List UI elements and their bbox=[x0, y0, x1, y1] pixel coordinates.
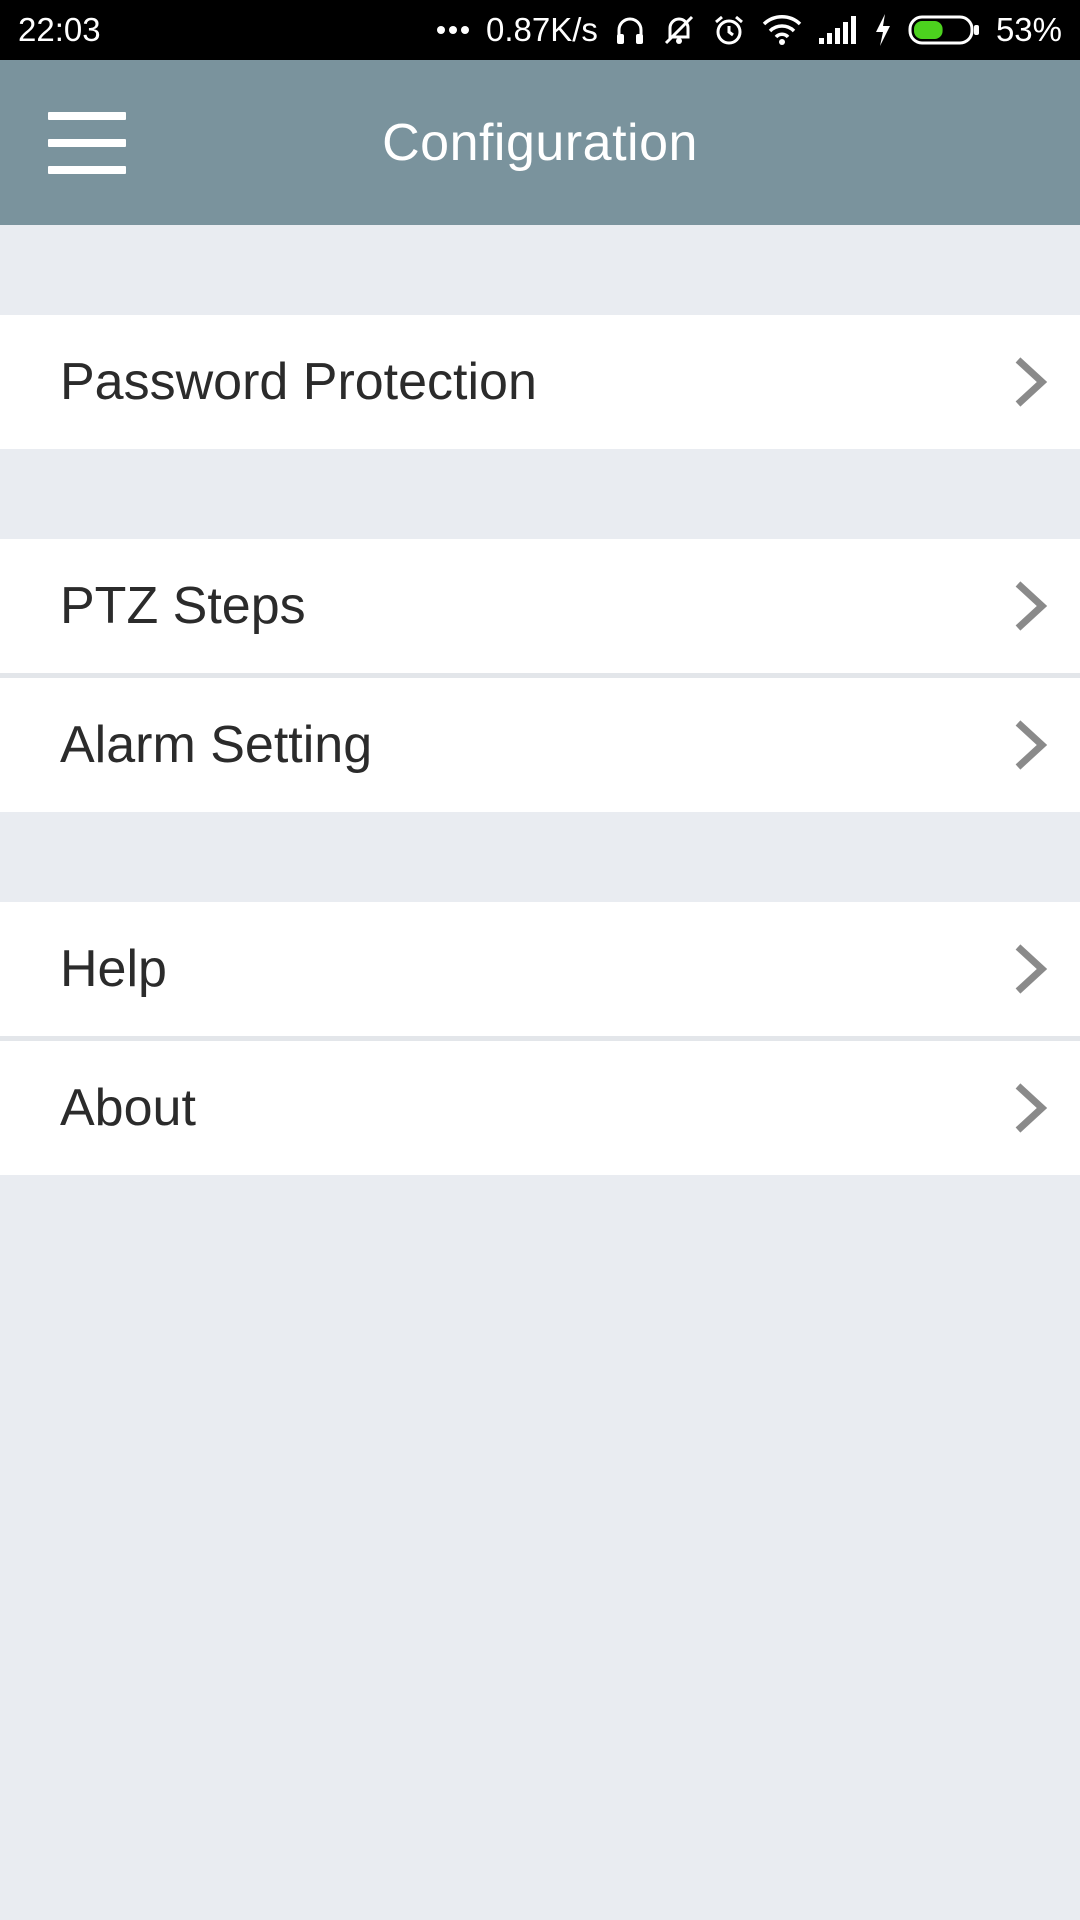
battery-percent: 53% bbox=[995, 11, 1062, 48]
row-label: Password Protection bbox=[60, 353, 537, 411]
password-protection-row[interactable]: Password Protection bbox=[0, 315, 1080, 449]
chevron-right-icon bbox=[1015, 720, 1048, 770]
row-label: Alarm Setting bbox=[60, 716, 373, 774]
menu-bar-line bbox=[48, 112, 126, 120]
ptz-steps-row[interactable]: PTZ Steps bbox=[0, 539, 1080, 673]
status-bar: 22:03 0.87K/s 53% bbox=[0, 0, 1080, 60]
menu-bar-line bbox=[48, 139, 126, 147]
settings-group-info: Help About bbox=[0, 902, 1080, 1175]
app-bar: Configuration bbox=[0, 60, 1080, 225]
network-speed: 0.87K/s bbox=[486, 11, 598, 48]
hamburger-menu-icon[interactable] bbox=[48, 112, 130, 174]
more-dots-icon bbox=[436, 25, 470, 35]
page-title: Configuration bbox=[382, 113, 698, 172]
charging-bolt-icon bbox=[874, 14, 892, 46]
cell-signal-icon bbox=[818, 16, 858, 44]
alarm-setting-row[interactable]: Alarm Setting bbox=[0, 673, 1080, 812]
battery-icon bbox=[908, 14, 980, 46]
help-row[interactable]: Help bbox=[0, 902, 1080, 1036]
chevron-right-icon bbox=[1015, 581, 1048, 631]
wifi-icon bbox=[762, 14, 802, 46]
row-label: PTZ Steps bbox=[60, 577, 306, 635]
chevron-right-icon bbox=[1015, 357, 1048, 407]
status-icons: 0.87K/s 53% bbox=[436, 11, 1062, 49]
settings-list: Password Protection PTZ Steps Alarm Sett… bbox=[0, 225, 1080, 1920]
headphones-icon bbox=[614, 14, 646, 46]
settings-group-security: Password Protection bbox=[0, 315, 1080, 449]
menu-bar-line bbox=[48, 166, 126, 174]
silent-icon bbox=[662, 13, 696, 47]
chevron-right-icon bbox=[1015, 944, 1048, 994]
row-label: About bbox=[60, 1079, 196, 1137]
status-time: 22:03 bbox=[18, 11, 101, 48]
row-label: Help bbox=[60, 940, 167, 998]
about-row[interactable]: About bbox=[0, 1036, 1080, 1175]
chevron-right-icon bbox=[1015, 1083, 1048, 1133]
settings-group-device: PTZ Steps Alarm Setting bbox=[0, 539, 1080, 812]
alarm-clock-icon bbox=[712, 13, 746, 47]
